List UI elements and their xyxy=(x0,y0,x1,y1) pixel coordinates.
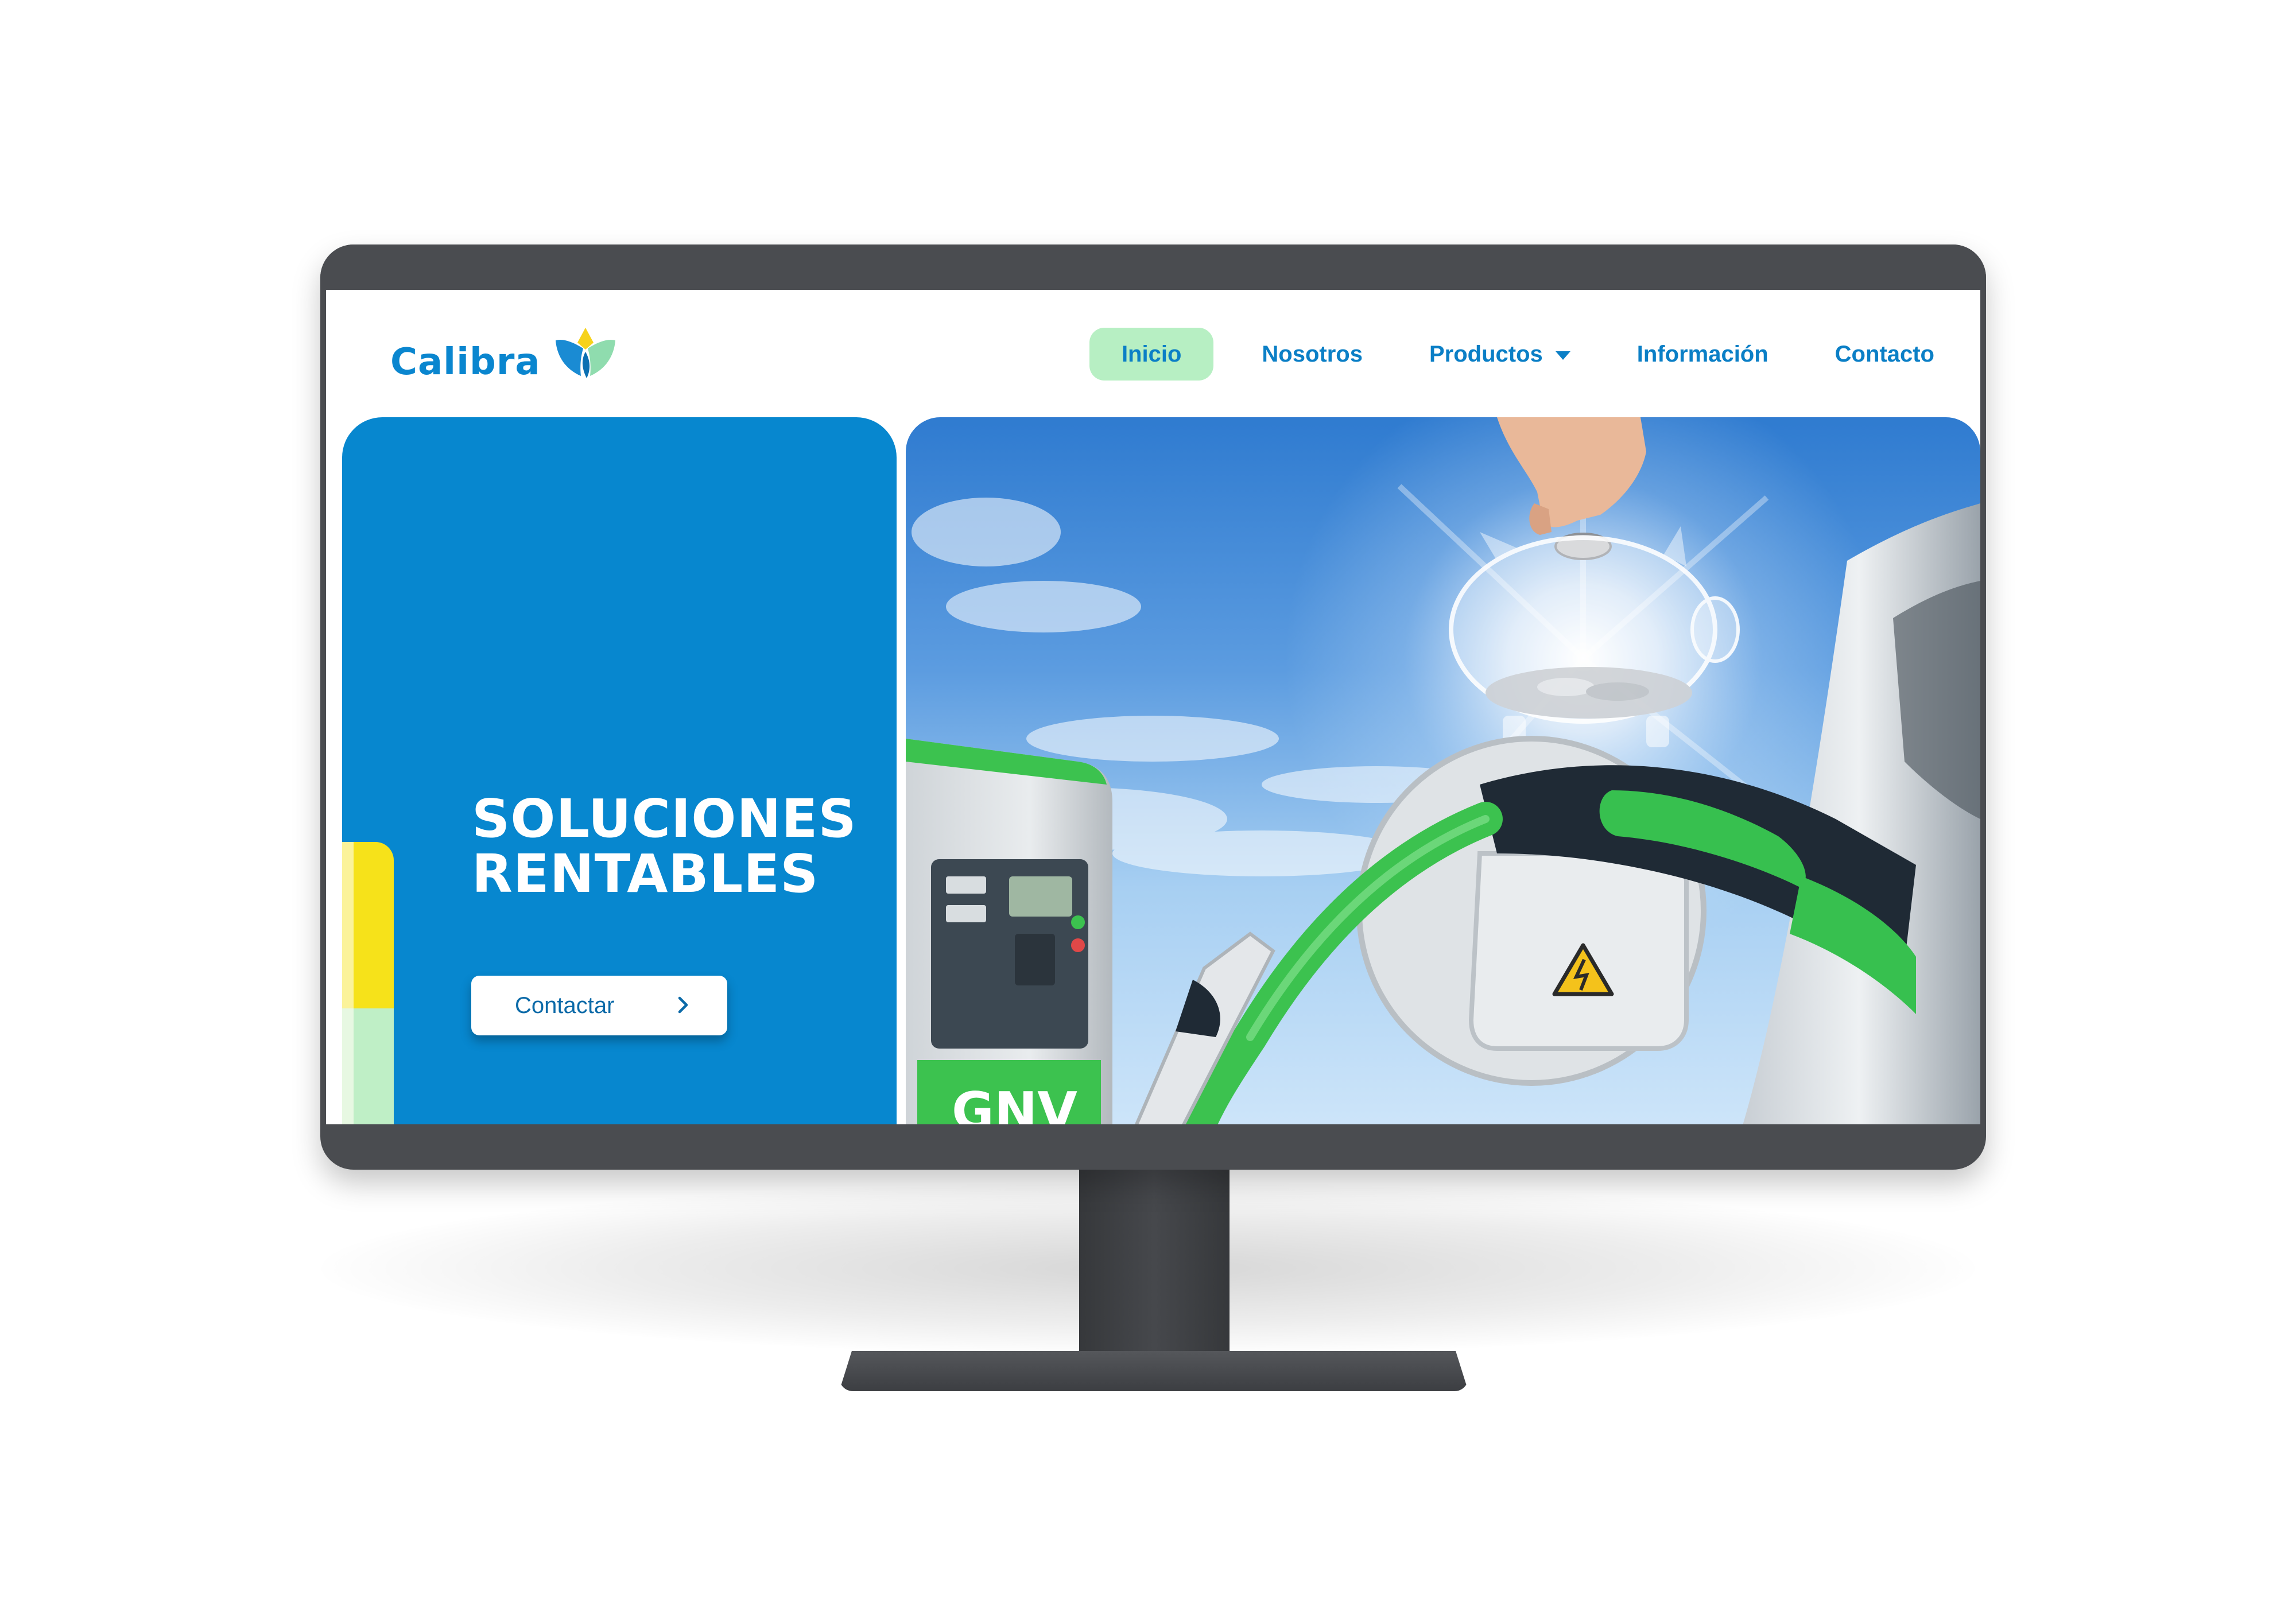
nav-item-label: Información xyxy=(1636,341,1768,367)
caret-down-icon xyxy=(1555,351,1570,360)
brand-name: Calibra xyxy=(390,341,541,383)
accent-bar-yellow-edge xyxy=(342,842,354,1008)
contactar-button[interactable]: Contactar xyxy=(471,976,727,1035)
nav-item-productos[interactable]: Productos xyxy=(1396,328,1604,381)
gnv-pump-label: GNV xyxy=(952,1081,1077,1124)
nav-item-contacto[interactable]: Contacto xyxy=(1802,328,1940,381)
main-nav: Inicio Nosotros Productos Información Co… xyxy=(1089,328,1940,381)
nav-item-informacion[interactable]: Información xyxy=(1604,328,1802,381)
hero-title: SOLUCIONES RENTABLES xyxy=(472,791,874,902)
hero-title-line-1: SOLUCIONES xyxy=(472,787,857,849)
accent-bar-green-edge xyxy=(342,1008,354,1124)
ev-charging-illustration: GNV xyxy=(906,417,1980,1124)
nav-item-label: Productos xyxy=(1429,341,1543,367)
nav-item-label: Nosotros xyxy=(1262,341,1363,367)
chevron-right-icon xyxy=(678,996,688,1014)
nav-item-inicio[interactable]: Inicio xyxy=(1089,328,1214,381)
nav-item-nosotros[interactable]: Nosotros xyxy=(1228,328,1396,381)
monitor-top-bezel xyxy=(320,244,1986,290)
contactar-button-label: Contactar xyxy=(515,992,615,1018)
hero-accent-bars xyxy=(342,842,394,1124)
hero-title-line-2: RENTABLES xyxy=(472,843,819,905)
brand-logo[interactable]: Calibra xyxy=(390,323,620,386)
lotus-leaf-icon xyxy=(555,328,615,378)
hero-image: GNV xyxy=(906,417,1980,1124)
monitor-stand-neck xyxy=(1079,1165,1230,1372)
site-header: Calibra Inicio Nosotros Productos Inform… xyxy=(326,290,1980,417)
monitor-stand-base xyxy=(839,1351,1468,1391)
nav-item-label: Inicio xyxy=(1121,341,1182,367)
nav-item-label: Contacto xyxy=(1835,341,1934,367)
website-screen: Calibra Inicio Nosotros Productos Inform… xyxy=(326,290,1980,1124)
